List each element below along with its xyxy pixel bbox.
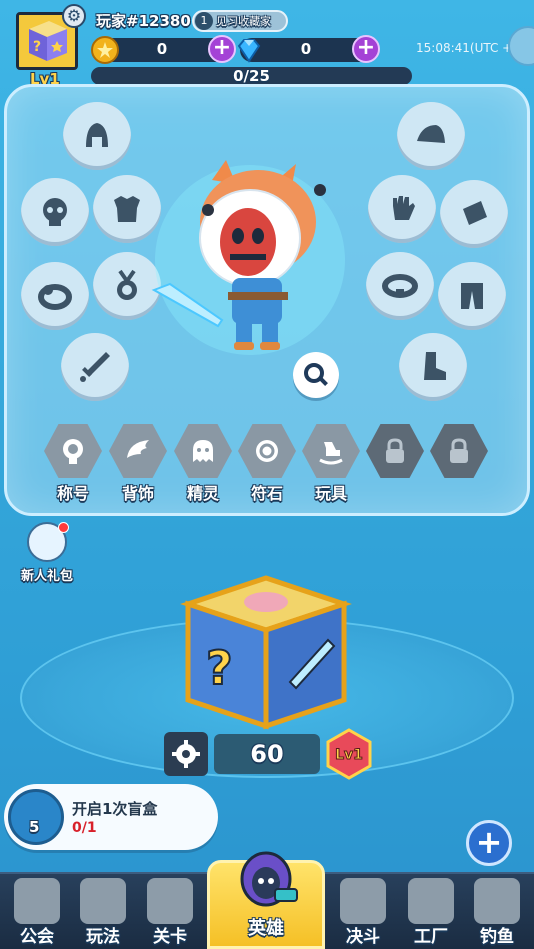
category-back-accessory[interactable]: 背饰: [108, 424, 168, 504]
armor-icon: [114, 196, 140, 222]
slot-glove[interactable]: [368, 175, 436, 243]
xp-text: 0/25: [233, 67, 270, 85]
box-level: Lv1: [335, 747, 363, 763]
nav-label: 决斗: [346, 927, 380, 947]
fishing-icon: [474, 878, 520, 924]
factory-icon: [408, 878, 454, 924]
newbie-pack[interactable]: 新人礼包: [14, 522, 80, 584]
nav-stages[interactable]: 关卡: [137, 874, 203, 949]
box-icon: [80, 878, 126, 924]
add-gem-button[interactable]: +: [352, 35, 380, 63]
side-menu-handle[interactable]: [508, 26, 534, 66]
hero-nav-icon: [240, 851, 298, 907]
skull-icon: [43, 198, 67, 226]
ghost-icon: [193, 440, 213, 462]
nav-factory[interactable]: 工厂: [398, 874, 464, 949]
category-label: 称号: [56, 484, 89, 503]
slot-boots[interactable]: [399, 333, 467, 401]
quest-title: 开启1次盲盒: [72, 800, 158, 818]
gold-currency: 0 +: [91, 35, 236, 64]
player-name: 玩家#12380: [96, 12, 191, 30]
add-gold-button[interactable]: +: [208, 35, 236, 63]
magnifier-icon: [304, 363, 328, 386]
hero-character[interactable]: [150, 150, 350, 370]
category-spirit[interactable]: 精灵: [173, 424, 233, 504]
lock-icon: [450, 438, 468, 463]
category-label: 背饰: [121, 484, 154, 503]
helmet-icon: [86, 123, 108, 147]
quest-card[interactable]: 5 开启1次盲盒 0/1: [4, 784, 218, 850]
nav-hero[interactable]: 英雄: [207, 851, 325, 949]
slot-cape[interactable]: [440, 180, 508, 248]
badge-icon: [63, 439, 83, 464]
nav-label: 钓鱼: [480, 927, 514, 947]
nav-label: 英雄: [248, 918, 284, 939]
slot-skull[interactable]: [21, 178, 89, 246]
glove-icon: [393, 196, 415, 220]
box-settings-button[interactable]: [164, 732, 208, 776]
nav-label: 工厂: [414, 927, 448, 947]
gold-coin-icon: [91, 36, 119, 64]
quest-progress: 0/1: [72, 820, 97, 836]
sword-icon: [80, 352, 110, 382]
gear-icon: [172, 740, 200, 768]
svg-text:?: ?: [33, 39, 41, 55]
cape-icon: [463, 201, 487, 225]
svg-text:?: ?: [206, 641, 233, 695]
box-level-badge: Lv1: [326, 728, 372, 780]
slot-ring[interactable]: [21, 262, 89, 330]
lock-icon: [386, 438, 404, 463]
title-rank: 1: [195, 12, 213, 30]
duel-icon: [340, 878, 386, 924]
nav-duel[interactable]: 决斗: [330, 874, 396, 949]
box-count: 60: [214, 734, 320, 774]
gem-currency: 0 +: [237, 35, 380, 63]
map-icon: [147, 878, 193, 924]
add-button[interactable]: +: [466, 820, 512, 866]
category-rune[interactable]: 符石: [237, 424, 297, 504]
nav-label: 玩法: [86, 927, 120, 947]
ring-icon: [38, 284, 72, 310]
slot-belt[interactable]: [366, 252, 434, 320]
slot-pants[interactable]: [438, 262, 506, 330]
category-label: 玩具: [314, 484, 347, 503]
category-locked-1[interactable]: [365, 424, 425, 478]
gold-amount: 0: [156, 40, 168, 58]
nav-label: 关卡: [153, 927, 187, 947]
newbie-pack-label: 新人礼包: [20, 569, 73, 584]
slot-hat[interactable]: [397, 102, 465, 170]
rune-icon: [256, 440, 278, 462]
notification-dot: [58, 522, 69, 533]
category-label: 精灵: [186, 484, 219, 503]
category-title[interactable]: 称号: [43, 424, 103, 504]
blind-box[interactable]: ?: [178, 574, 354, 734]
gem-amount: 0: [300, 40, 312, 58]
blind-box-quest-icon: 5: [8, 789, 64, 845]
zoom-button[interactable]: [293, 352, 339, 398]
settings-gear-icon[interactable]: ⚙: [62, 4, 86, 28]
category-toy[interactable]: 玩具: [301, 424, 361, 504]
xp-bar: 0/25: [91, 67, 412, 85]
astronaut-icon: [27, 522, 69, 562]
nav-gameplay[interactable]: 玩法: [70, 874, 136, 949]
handshake-icon: [14, 878, 60, 924]
nav-label: 公会: [20, 927, 54, 947]
title-badge[interactable]: 1 见习收藏家: [192, 10, 288, 32]
nav-guild[interactable]: 公会: [4, 874, 70, 949]
diamond-icon: [237, 39, 261, 63]
belt-icon: [382, 274, 418, 298]
rocking-horse-icon: [319, 442, 343, 465]
slot-helmet[interactable]: [63, 102, 131, 170]
wing-icon: [127, 440, 149, 458]
hat-icon: [417, 125, 445, 143]
nav-fishing[interactable]: 钓鱼: [464, 874, 530, 949]
medal-icon: [117, 269, 137, 300]
boot-icon: [424, 352, 446, 380]
slot-weapon[interactable]: [61, 333, 129, 401]
category-locked-2[interactable]: [429, 424, 489, 478]
title-name: 见习收藏家: [216, 15, 271, 28]
quest-icon-badge: 5: [29, 818, 40, 836]
category-label: 符石: [250, 484, 283, 503]
pants-icon: [461, 283, 483, 309]
